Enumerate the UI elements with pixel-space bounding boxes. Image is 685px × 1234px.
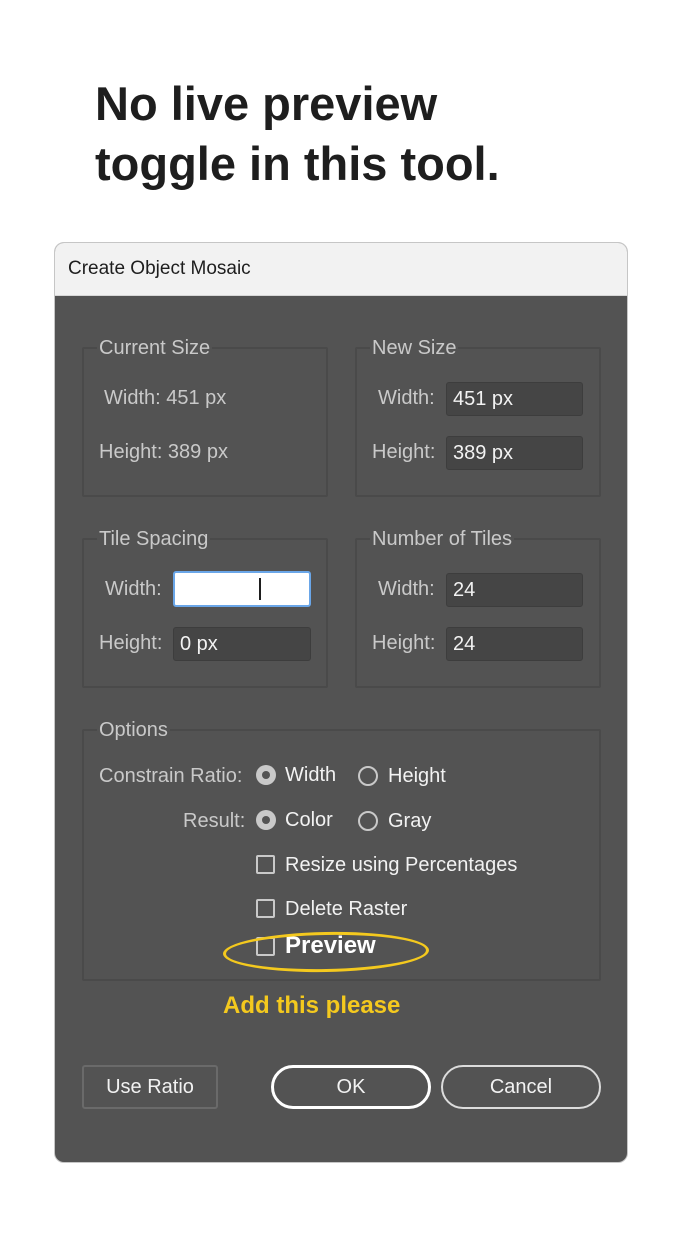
delete-raster-checkbox[interactable] bbox=[256, 899, 275, 918]
tiles-height-field[interactable]: 24 bbox=[446, 627, 583, 661]
current-size-legend: Current Size bbox=[97, 337, 213, 360]
delete-raster-label[interactable]: Delete Raster bbox=[285, 898, 407, 921]
tile-spacing-panel bbox=[82, 538, 328, 688]
headline-line-2: toggle in this tool. bbox=[95, 137, 500, 190]
ok-button[interactable]: OK bbox=[271, 1065, 431, 1109]
options-legend: Options bbox=[97, 719, 170, 742]
dialog-titlebar[interactable]: Create Object Mosaic bbox=[55, 243, 627, 296]
tiles-height-label: Height: bbox=[372, 632, 436, 654]
tiles-width-field[interactable]: 24 bbox=[446, 573, 583, 607]
new-width-label: Width: bbox=[378, 387, 435, 409]
result-gray-radio[interactable] bbox=[358, 811, 378, 831]
new-size-legend: New Size bbox=[370, 337, 459, 360]
tile-spacing-height-field[interactable]: 0 px bbox=[173, 627, 311, 661]
headline-line-1: No live preview bbox=[95, 77, 438, 130]
constrain-height-radio[interactable] bbox=[358, 766, 378, 786]
tiles-width-label: Width: bbox=[378, 578, 435, 600]
constrain-height-label[interactable]: Height bbox=[388, 765, 446, 788]
current-width-text: Width: 451 px bbox=[104, 387, 227, 409]
new-size-panel bbox=[355, 347, 601, 497]
current-height-text: Height: 389 px bbox=[99, 441, 228, 463]
constrain-width-radio[interactable] bbox=[256, 765, 276, 785]
tile-spacing-legend: Tile Spacing bbox=[97, 528, 211, 551]
result-gray-label[interactable]: Gray bbox=[388, 810, 431, 833]
constrain-ratio-label: Constrain Ratio: bbox=[99, 765, 243, 787]
number-of-tiles-panel bbox=[355, 538, 601, 688]
text-caret bbox=[259, 578, 261, 600]
current-size-panel bbox=[82, 347, 328, 497]
tile-spacing-height-label: Height: bbox=[99, 632, 163, 654]
resize-percent-label[interactable]: Resize using Percentages bbox=[285, 854, 517, 877]
cancel-button[interactable]: Cancel bbox=[441, 1065, 601, 1109]
tile-spacing-width-field[interactable] bbox=[173, 571, 311, 607]
dialog-title: Create Object Mosaic bbox=[68, 258, 251, 279]
tile-spacing-width-label: Width: bbox=[105, 578, 162, 600]
use-ratio-button[interactable]: Use Ratio bbox=[82, 1065, 218, 1109]
resize-percent-checkbox[interactable] bbox=[256, 855, 275, 874]
new-height-field[interactable]: 389 px bbox=[446, 436, 583, 470]
result-color-radio[interactable] bbox=[256, 810, 276, 830]
headline: No live preview toggle in this tool. bbox=[95, 74, 500, 194]
new-width-field[interactable]: 451 px bbox=[446, 382, 583, 416]
result-color-label[interactable]: Color bbox=[285, 809, 333, 832]
constrain-width-label[interactable]: Width bbox=[285, 764, 336, 787]
number-of-tiles-legend: Number of Tiles bbox=[370, 528, 515, 551]
create-object-mosaic-dialog: Create Object Mosaic Current Size Width:… bbox=[54, 242, 628, 1163]
annotation-text: Add this please bbox=[223, 992, 401, 1019]
result-label: Result: bbox=[183, 810, 246, 832]
new-height-label: Height: bbox=[372, 441, 436, 463]
